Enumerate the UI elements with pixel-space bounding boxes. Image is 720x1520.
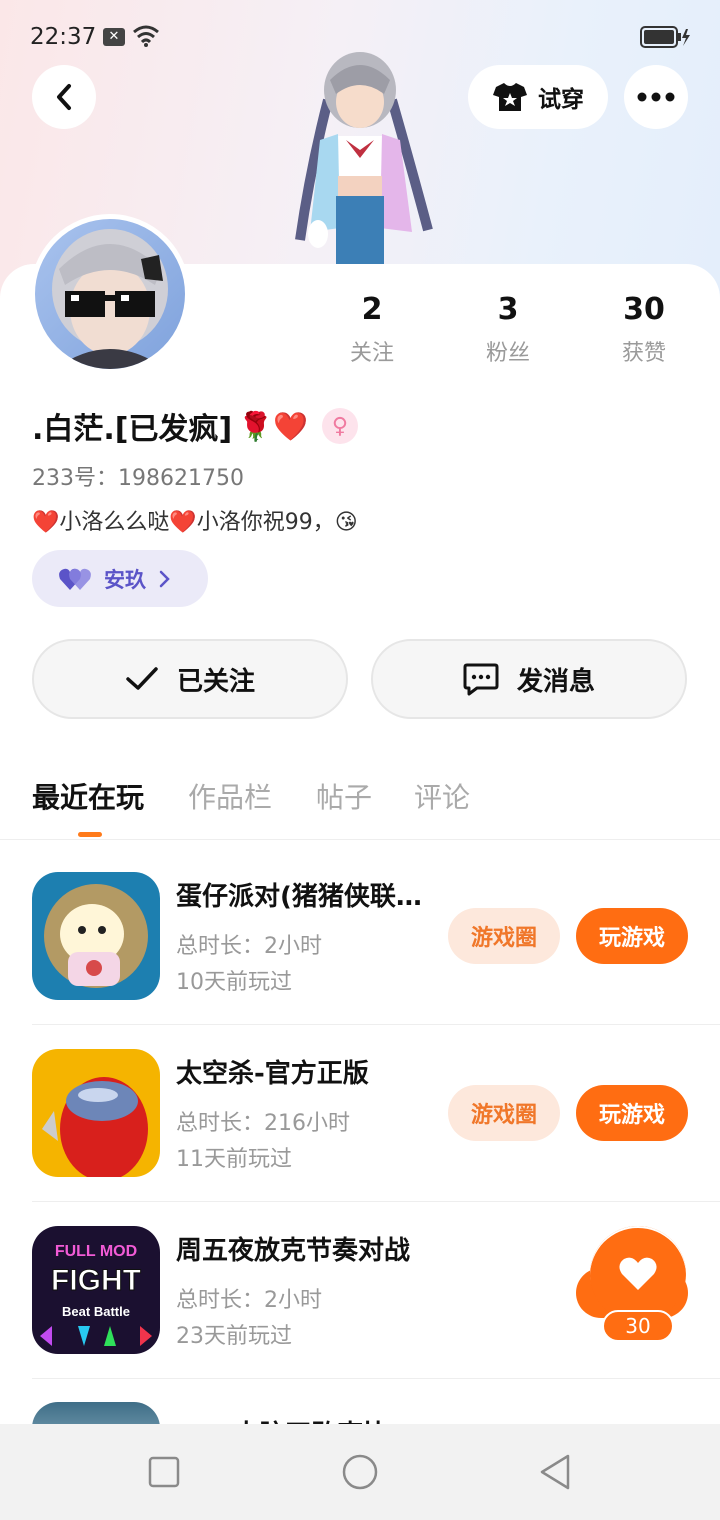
game-duration: 总时长：2小时 xyxy=(176,934,322,959)
more-button[interactable] xyxy=(624,65,688,129)
game-circle-button[interactable]: 游戏圈 xyxy=(448,908,560,964)
notification-x-icon: ✕ xyxy=(103,28,125,46)
avatar-image xyxy=(52,229,168,369)
game-duration: 总时长：216小时 xyxy=(176,1111,350,1136)
game-list-item[interactable]: FNF大脑四败克比 xyxy=(0,1400,720,1424)
game-last-played: 11天前玩过 xyxy=(176,1147,292,1172)
divider xyxy=(32,1201,720,1202)
game-icon-text-line1: FULL MOD xyxy=(55,1243,137,1260)
home-icon[interactable] xyxy=(340,1452,380,1492)
divider xyxy=(32,1378,720,1379)
username: .白茫.[已发疯] 🌹❤️ ♀ xyxy=(32,404,358,448)
stat-following[interactable]: 2 关注 xyxy=(312,292,432,367)
system-navigation-bar xyxy=(0,1424,720,1520)
gender-female-icon: ♀ xyxy=(321,408,358,444)
send-message-label: 发消息 xyxy=(516,666,595,697)
stat-likes[interactable]: 30 获赞 xyxy=(584,292,704,367)
double-heart-icon xyxy=(59,568,91,590)
wifi-icon xyxy=(133,25,159,47)
like-floating-button[interactable]: 30 xyxy=(576,1224,688,1348)
cp-tag-label: 安玖 xyxy=(104,567,146,592)
game-icon-text-line3: Beat Battle xyxy=(62,1304,130,1319)
play-game-button[interactable]: 玩游戏 xyxy=(576,1085,688,1141)
game-last-played: 10天前玩过 xyxy=(176,970,292,995)
game-icon-eggy-party xyxy=(32,872,160,1000)
stat-fans-count: 3 xyxy=(497,292,519,327)
tab-works[interactable]: 作品栏 xyxy=(188,776,272,816)
tab-posts[interactable]: 帖子 xyxy=(316,776,372,816)
game-icon-text-line2: FIGHT xyxy=(51,1264,141,1297)
tab-recently-played[interactable]: 最近在玩 xyxy=(32,776,144,816)
game-icon-fnf: FULL MOD FIGHT Beat Battle xyxy=(32,1226,160,1354)
try-on-label: 试穿 xyxy=(538,87,584,113)
chevron-right-icon xyxy=(159,570,170,587)
tshirt-icon xyxy=(493,83,527,111)
stat-likes-label: 获赞 xyxy=(621,341,666,366)
game-duration: 总时长：2小时 xyxy=(176,1288,322,1313)
game-title: 太空杀-官方正版 xyxy=(176,1059,369,1089)
more-icon xyxy=(637,92,675,102)
status-time: 22:37 xyxy=(30,24,97,50)
game-last-played: 23天前玩过 xyxy=(176,1324,292,1349)
divider xyxy=(32,1024,720,1025)
game-icon-space-kill xyxy=(32,1049,160,1177)
stat-following-count: 2 xyxy=(361,292,383,327)
game-title: 周五夜放克节奏对战 xyxy=(176,1236,411,1266)
game-list-item[interactable]: 蛋仔派对(猪猪侠联… 总时长：2小时 10天前玩过 游戏圈 玩游戏 xyxy=(0,872,720,1049)
back-icon xyxy=(57,84,71,110)
tab-active-indicator xyxy=(78,832,102,837)
username-emoji: 🌹❤️ xyxy=(238,409,308,443)
recent-apps-icon[interactable] xyxy=(144,1452,184,1492)
following-label: 已关注 xyxy=(176,666,255,697)
play-game-button[interactable]: 玩游戏 xyxy=(576,908,688,964)
try-on-button[interactable]: 试穿 xyxy=(468,65,608,129)
user-id: 233号：198621750 xyxy=(32,466,244,491)
game-list-item[interactable]: 太空杀-官方正版 总时长：216小时 11天前玩过 游戏圈 玩游戏 xyxy=(0,1049,720,1226)
like-count-badge: 30 xyxy=(602,1310,674,1342)
stat-likes-count: 30 xyxy=(623,292,665,327)
battery-charging-icon xyxy=(640,26,690,48)
username-text: .白茫.[已发疯] xyxy=(32,412,233,447)
back-button[interactable] xyxy=(32,65,96,129)
cp-tag-button[interactable]: 安玖 xyxy=(32,550,208,607)
game-title: FNF大脑四败克比 xyxy=(176,1414,389,1424)
like-button-circle xyxy=(590,1226,686,1322)
following-button[interactable]: 已关注 xyxy=(32,639,348,719)
heart-icon xyxy=(619,1257,657,1290)
divider xyxy=(0,839,720,840)
tab-comments[interactable]: 评论 xyxy=(414,776,470,816)
stat-following-label: 关注 xyxy=(349,341,394,366)
avatar-character-illustration xyxy=(295,52,433,268)
user-bio: ❤️小洛么么哒❤️小洛你祝99，😘 xyxy=(32,510,358,535)
game-icon-partial xyxy=(32,1402,160,1424)
avatar[interactable] xyxy=(30,214,190,374)
back-nav-icon[interactable] xyxy=(536,1452,576,1492)
check-icon xyxy=(126,667,158,690)
stat-fans[interactable]: 3 粉丝 xyxy=(448,292,568,367)
chat-bubble-icon xyxy=(463,663,499,696)
game-circle-button[interactable]: 游戏圈 xyxy=(448,1085,560,1141)
send-message-button[interactable]: 发消息 xyxy=(371,639,687,719)
game-title: 蛋仔派对(猪猪侠联… xyxy=(176,882,422,912)
stat-fans-label: 粉丝 xyxy=(485,341,530,366)
